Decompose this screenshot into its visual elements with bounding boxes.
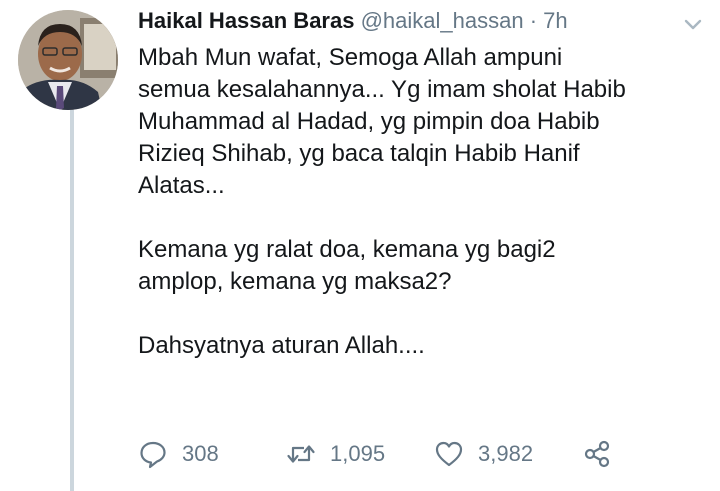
tweet-paragraph: Kemana yg ralat doa, kemana yg bagi2 amp… (138, 236, 556, 295)
tweet-text: Mbah Mun wafat, Semoga Allah ampuni semu… (138, 42, 708, 362)
share-button[interactable] (582, 436, 612, 472)
avatar[interactable] (18, 10, 118, 110)
like-count: 3,982 (478, 441, 534, 466)
tweet-header: Haikal Hassan Baras @haikal_hassan · 7h (138, 6, 568, 36)
retweet-icon (286, 439, 316, 469)
tweet-paragraph: Mbah Mun wafat, Semoga Allah ampuni semu… (138, 44, 626, 199)
tweet-paragraph: Dahsyatnya aturan Allah.... (138, 332, 425, 359)
tweet-actions: 308 1,095 3,982 (138, 436, 708, 472)
reply-button[interactable]: 308 (138, 436, 219, 472)
author-name[interactable]: Haikal Hassan Baras (138, 8, 354, 33)
retweet-button[interactable]: 1,095 (286, 436, 385, 472)
share-icon (582, 439, 612, 469)
tweet[interactable]: Haikal Hassan Baras @haikal_hassan · 7h … (0, 0, 720, 491)
reply-icon (138, 439, 168, 469)
chevron-down-icon[interactable] (681, 12, 705, 36)
heart-icon (434, 439, 464, 469)
tweet-timestamp[interactable]: 7h (543, 8, 567, 33)
avatar-photo (18, 10, 118, 110)
thread-line (70, 110, 74, 491)
like-button[interactable]: 3,982 (434, 436, 533, 472)
separator-dot: · (529, 8, 538, 33)
reply-count: 308 (182, 441, 219, 466)
author-handle[interactable]: @haikal_hassan (361, 8, 524, 33)
retweet-count: 1,095 (330, 441, 386, 466)
